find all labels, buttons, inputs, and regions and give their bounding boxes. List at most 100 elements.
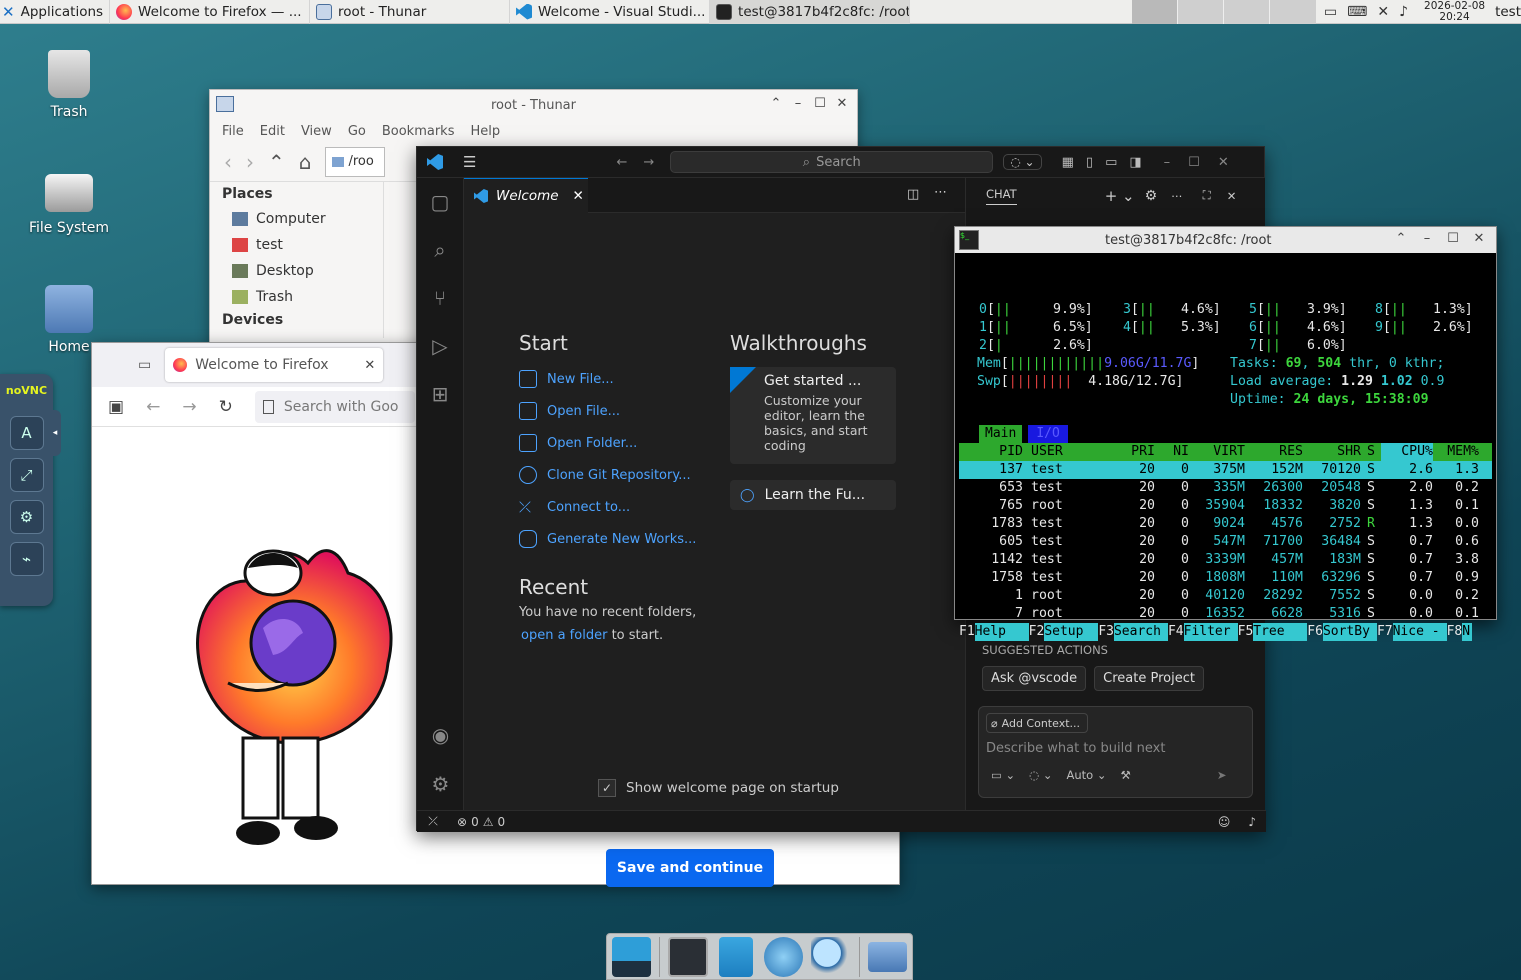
- htop-tab-io[interactable]: I/O: [1028, 425, 1068, 443]
- task-vscode[interactable]: Welcome - Visual Studi...: [510, 0, 711, 24]
- bell-icon[interactable]: ♪: [1399, 4, 1408, 20]
- mode-select[interactable]: Auto ⌄: [1067, 768, 1107, 782]
- minimize-button[interactable]: –: [1416, 231, 1438, 246]
- table-row[interactable]: 653 test 20 0 335M 26300 20548 S 2.0 0.2: [959, 479, 1492, 497]
- close-button[interactable]: ✕: [1468, 231, 1490, 246]
- workspace-1[interactable]: [1131, 0, 1178, 24]
- shade-button[interactable]: ⌃: [765, 96, 787, 111]
- keyboard-icon[interactable]: A: [9, 416, 44, 450]
- copilot-icon[interactable]: ◌ ⌄: [1003, 154, 1042, 170]
- collapse-handle[interactable]: ◂: [49, 410, 61, 456]
- explorer-icon[interactable]: ▢: [417, 190, 463, 238]
- checkbox-icon[interactable]: ✓: [598, 779, 616, 797]
- source-control-icon[interactable]: ⑂: [417, 286, 463, 334]
- chat-input-box[interactable]: ⌀ Add Context... Describe what to build …: [978, 706, 1253, 798]
- minimize-button[interactable]: –: [1164, 155, 1171, 170]
- task-terminal[interactable]: test@3817b4f2c8fc: /root: [710, 0, 911, 24]
- fkey-action[interactable]: N: [1462, 623, 1473, 641]
- volume-muted-icon[interactable]: ✕: [1377, 4, 1389, 20]
- more-actions-icon[interactable]: ⋯: [934, 185, 947, 200]
- vscode-titlebar[interactable]: ☰ ← → ⌕ Search ◌ ⌄ ▦ ▯ ▭ ◨ – ☐ ✕: [417, 147, 1264, 178]
- maximize-button[interactable]: ☐: [1188, 155, 1200, 170]
- open-file-link[interactable]: Open File...: [519, 395, 719, 427]
- task-firefox[interactable]: Welcome to Firefox — ...: [110, 0, 311, 24]
- terminal-icon[interactable]: [668, 936, 708, 977]
- menu-help[interactable]: Help: [470, 124, 500, 139]
- url-bar[interactable]: Search with Goo: [254, 390, 415, 423]
- connect-link[interactable]: ⤫ Connect to...: [519, 491, 719, 523]
- reload-icon[interactable]: ↻: [219, 397, 233, 417]
- htop-screen[interactable]: 0[|| 9.9%] 1[|| 6.5%] 2[| 2.6%] 3[|| 4.6%] 4…: [955, 253, 1496, 641]
- drive-icon[interactable]: ▭: [1324, 4, 1337, 20]
- add-context-button[interactable]: ⌀ Add Context...: [986, 713, 1088, 733]
- up-icon[interactable]: ⌃: [268, 150, 285, 174]
- show-desktop-icon[interactable]: [612, 936, 652, 977]
- thunar-titlebar[interactable]: root - Thunar ⌃ – ☐ ✕: [210, 90, 857, 120]
- menu-view[interactable]: View: [301, 124, 332, 139]
- forward-icon[interactable]: →: [643, 155, 654, 170]
- htop-tab-main[interactable]: Main: [979, 425, 1023, 443]
- table-row[interactable]: 605 test 20 0 547M 71700 36484 S 0.7 0.6: [959, 533, 1492, 551]
- place-desktop[interactable]: Desktop: [222, 258, 371, 284]
- maximize-button[interactable]: ☐: [809, 96, 831, 111]
- chat-tab[interactable]: CHAT: [986, 187, 1017, 205]
- menu-icon[interactable]: ☰: [463, 153, 476, 171]
- run-debug-icon[interactable]: ▷: [417, 334, 463, 382]
- layout-icon[interactable]: ▦: [1062, 155, 1074, 170]
- menu-edit[interactable]: Edit: [260, 124, 285, 139]
- table-row[interactable]: 1 root 20 0 40120 28292 7552 S 0.0 0.2: [959, 587, 1492, 605]
- open-folder-recent-link[interactable]: open a folder: [521, 628, 607, 643]
- problems-indicator[interactable]: ⊗ 0 ⚠ 0: [457, 815, 505, 829]
- command-search[interactable]: ⌕ Search: [670, 151, 994, 173]
- close-tab-icon[interactable]: ✕: [573, 188, 584, 204]
- firefox-tab[interactable]: Welcome to Firefox ✕: [165, 348, 384, 382]
- fkey-action[interactable]: Help: [974, 623, 1029, 641]
- gear-icon[interactable]: ⚙: [1145, 188, 1158, 204]
- search-icon[interactable]: ⌕: [417, 238, 463, 286]
- desktop-filesystem[interactable]: File System: [19, 168, 119, 236]
- workspace-3[interactable]: [1223, 0, 1270, 24]
- keyboard-icon[interactable]: ⌨: [1347, 4, 1367, 20]
- table-row[interactable]: 1758 test 20 0 1808M 110M 63296 S 0.7 0.9: [959, 569, 1492, 587]
- fkey-action[interactable]: Search: [1113, 623, 1168, 641]
- applications-menu[interactable]: ✕ Applications: [0, 0, 111, 24]
- workspace-2[interactable]: [1177, 0, 1224, 24]
- gear-icon[interactable]: ⚙: [9, 500, 44, 534]
- account-icon[interactable]: ◉: [417, 723, 464, 747]
- ask-vscode-button[interactable]: Ask @vscode: [982, 666, 1087, 691]
- fkey-action[interactable]: Tree: [1253, 623, 1308, 641]
- file-manager-icon[interactable]: [719, 936, 753, 977]
- terminal-titlebar[interactable]: $_ test@3817b4f2c8fc: /root ⌃ – ☐ ✕: [955, 227, 1496, 253]
- back-icon[interactable]: ←: [146, 397, 160, 417]
- fkey-action[interactable]: Nice -: [1392, 623, 1447, 641]
- sidebar-icon[interactable]: ▣: [108, 397, 124, 417]
- close-button[interactable]: ✕: [831, 96, 853, 111]
- open-folder-link[interactable]: Open Folder...: [519, 427, 719, 459]
- back-icon[interactable]: ‹: [224, 150, 232, 174]
- maximize-icon[interactable]: ⛶: [1203, 188, 1211, 203]
- workspace-4[interactable]: [1269, 0, 1316, 24]
- agent-mode-icon[interactable]: ▭ ⌄: [991, 768, 1015, 782]
- shade-button[interactable]: ⌃: [1390, 231, 1412, 246]
- table-row[interactable]: 137 test 20 0 375M 152M 70120 S 2.6 1.3: [959, 461, 1492, 479]
- back-icon[interactable]: ←: [616, 155, 627, 170]
- get-started-card[interactable]: Get started ... Customize your editor, l…: [730, 367, 896, 464]
- new-file-link[interactable]: New File...: [519, 363, 719, 395]
- learn-fundamentals-card[interactable]: ◯ Learn the Fu...: [730, 480, 896, 510]
- maximize-button[interactable]: ☐: [1442, 231, 1464, 246]
- tab-welcome[interactable]: Welcome ✕: [464, 178, 588, 213]
- home-icon[interactable]: ⌂: [299, 150, 312, 174]
- forward-icon[interactable]: ›: [246, 150, 254, 174]
- table-row[interactable]: 1783 test 20 0 9024 4576 2752 R 1.3 0.0: [959, 515, 1492, 533]
- fkey-action[interactable]: Setup: [1044, 623, 1099, 641]
- remote-icon[interactable]: ⤫: [417, 814, 449, 829]
- folder-icon[interactable]: [867, 941, 907, 972]
- more-icon[interactable]: ⋯: [1171, 189, 1183, 203]
- disconnect-icon[interactable]: ⌁: [9, 542, 44, 576]
- save-continue-button[interactable]: Save and continue: [606, 849, 774, 887]
- toggle-panel-icon[interactable]: ▭: [1105, 155, 1117, 170]
- close-icon[interactable]: ✕: [1227, 189, 1237, 203]
- place-test[interactable]: test: [222, 232, 371, 258]
- clock[interactable]: 2026-02-08 20:24: [1416, 0, 1493, 23]
- forward-icon[interactable]: →: [182, 397, 196, 417]
